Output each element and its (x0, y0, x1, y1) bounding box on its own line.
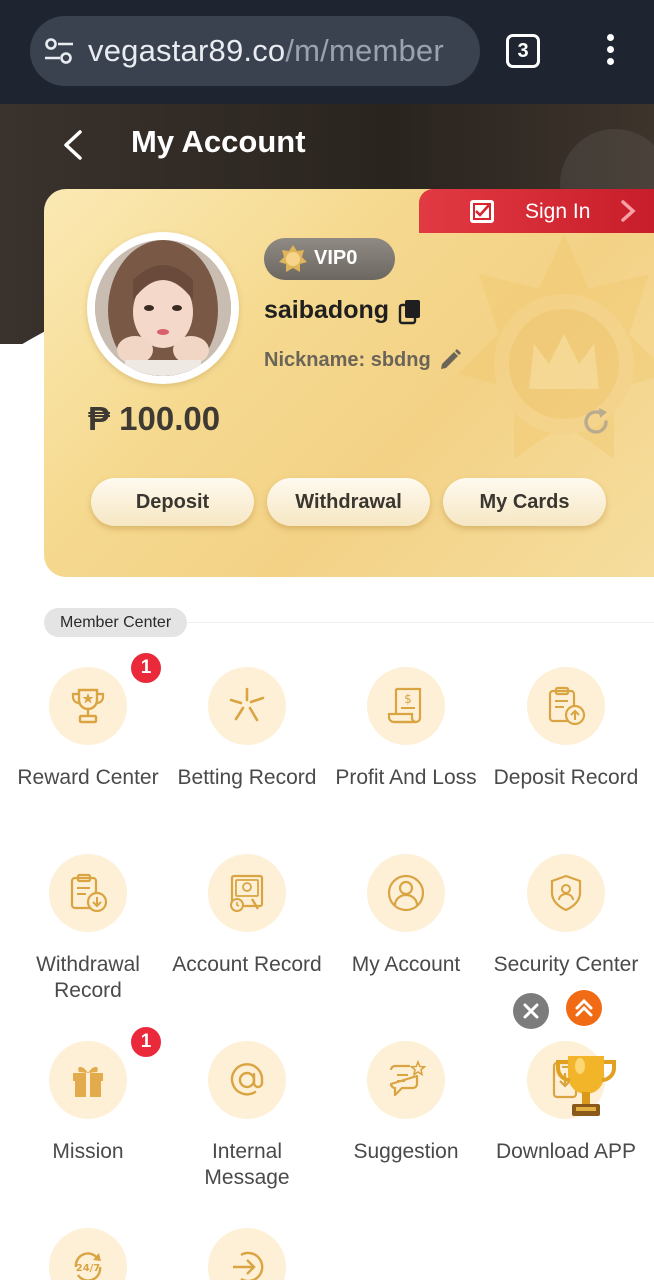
username: saibadong (264, 296, 390, 324)
profit-and-loss-label: Profit And Loss (335, 766, 477, 789)
betting-icon (229, 687, 265, 722)
account-record-item[interactable]: Account Record (167, 854, 327, 1004)
suggestion-item[interactable]: Suggestion (326, 1041, 486, 1191)
floating-trophy-icon[interactable] (552, 1052, 620, 1122)
trophy-icon (71, 688, 105, 724)
svg-text:24/7: 24/7 (76, 1263, 101, 1274)
clipboard-download-icon (70, 873, 108, 913)
address-bar[interactable]: vegastar89.co/m/member (30, 16, 480, 86)
suggestion-label: Suggestion (353, 1140, 459, 1163)
checkbox-icon (470, 200, 494, 223)
avatar[interactable] (87, 232, 239, 384)
security-center-label: Security Center (493, 953, 639, 976)
vip-medal-watermark-icon (459, 234, 654, 459)
member-center-label: Member Center (44, 608, 188, 637)
logout-item[interactable] (167, 1228, 327, 1280)
user-icon (387, 874, 425, 912)
support-24-7-icon: 24/7 (74, 1252, 102, 1280)
edit-pencil-icon[interactable] (438, 348, 462, 372)
deposit-record-item[interactable]: Deposit Record (486, 667, 646, 817)
shield-user-icon (550, 874, 582, 912)
logout-icon (233, 1251, 264, 1280)
at-icon (230, 1063, 264, 1096)
chevron-right-icon (621, 200, 636, 222)
internal-message-label: Internal Message (204, 1140, 290, 1189)
security-center-item[interactable]: Security Center (486, 854, 646, 1004)
url-path: /m/member (285, 33, 444, 68)
page-title: My Account (131, 124, 306, 159)
scroll-top-button[interactable] (566, 990, 602, 1026)
download-app-label: Download APP (495, 1140, 637, 1163)
nickname: Nickname: sbdng (264, 349, 431, 371)
refresh-icon[interactable] (580, 406, 612, 438)
account-record-icon (230, 874, 264, 912)
customer-service-item[interactable]: 24/7 (8, 1228, 168, 1280)
svg-text:$: $ (404, 692, 412, 706)
sign-in-ribbon[interactable]: Sign In (419, 189, 654, 233)
vip-level: VIP0 (314, 247, 358, 269)
double-chevron-up-icon (575, 998, 593, 1017)
browser-toolbar: vegastar89.co/m/member 3 (0, 0, 654, 104)
receipt-icon: $ (387, 687, 422, 724)
wallet-balance: ₱ 100.00 (88, 400, 221, 437)
betting-record-item[interactable]: Betting Record (167, 667, 327, 817)
url-domain: vegastar89.co (88, 33, 286, 68)
my-account-label: My Account (351, 953, 461, 976)
vip-medal-icon (279, 245, 307, 272)
notification-badge: 1 (129, 651, 163, 685)
betting-record-label: Betting Record (177, 766, 317, 789)
chat-star-icon (389, 1060, 426, 1097)
my-account-item[interactable]: My Account (326, 854, 486, 1004)
browser-menu-icon[interactable] (600, 34, 620, 70)
sign-in-label: Sign In (525, 200, 591, 223)
mission-item[interactable]: Mission 1 (8, 1025, 168, 1191)
account-record-label: Account Record (172, 953, 322, 976)
url-text: vegastar89.co/m/member (88, 33, 444, 69)
avatar-photo (95, 240, 231, 376)
vip-badge[interactable]: VIP0 (264, 238, 395, 280)
deposit-button[interactable]: Deposit (91, 478, 254, 526)
close-float-button[interactable] (513, 993, 549, 1029)
back-arrow-icon[interactable] (54, 122, 94, 168)
mission-label: Mission (52, 1140, 124, 1163)
reward-center-item[interactable]: Reward Center 1 (8, 651, 168, 817)
clipboard-upload-icon (548, 686, 586, 726)
gift-icon (73, 1066, 103, 1097)
withdrawal-record-label: Withdrawal Record (36, 953, 140, 1002)
reward-center-label: Reward Center (17, 766, 159, 789)
deposit-record-label: Deposit Record (493, 766, 639, 789)
copy-icon[interactable] (398, 299, 422, 325)
tab-switcher-button[interactable]: 3 (506, 34, 540, 68)
close-icon (523, 1003, 539, 1019)
withdrawal-button[interactable]: Withdrawal (267, 478, 430, 526)
my-cards-button[interactable]: My Cards (443, 478, 606, 526)
notification-badge: 1 (129, 1025, 163, 1059)
site-settings-icon[interactable] (44, 38, 74, 64)
profit-and-loss-item[interactable]: $ Profit And Loss (326, 667, 486, 817)
withdrawal-record-item[interactable]: Withdrawal Record (8, 854, 168, 1004)
internal-message-item[interactable]: Internal Message (167, 1041, 327, 1191)
